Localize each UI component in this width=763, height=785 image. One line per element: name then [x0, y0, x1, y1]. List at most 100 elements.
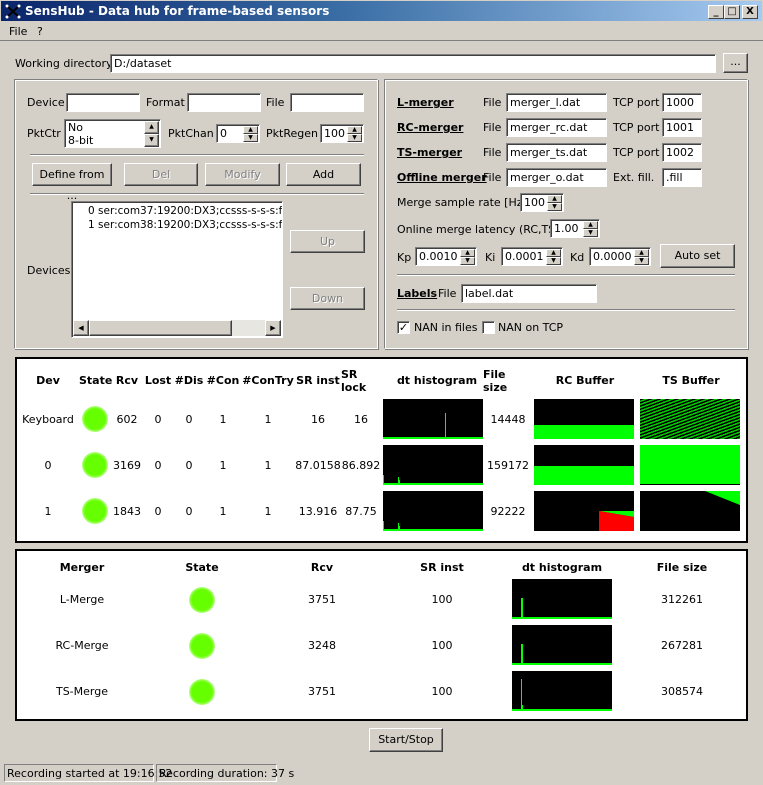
col-header--dis: #Dis: [174, 374, 204, 387]
menu-bar: File ?: [0, 22, 763, 41]
cell-file-size: 267281: [661, 639, 703, 652]
cell-con: 1: [219, 505, 227, 518]
rc-merger-title[interactable]: RC-merger: [397, 121, 463, 134]
cell-contry: 1: [264, 505, 272, 518]
ts-buffer-plot: [640, 491, 740, 531]
latency-spin-arrows[interactable]: ▲ ▼: [583, 221, 598, 237]
device-list-item[interactable]: 1 ser:com38:19200:DX3;ccsss-s-s-s:file2: [88, 219, 282, 231]
device-input[interactable]: [66, 93, 140, 112]
merger-col-header-sr-inst: SR inst: [420, 561, 464, 574]
dt-histogram: [512, 671, 612, 711]
cell-sr-inst: 16: [311, 413, 325, 426]
kd-spinbox[interactable]: 0.0000 ▲ ▼: [589, 247, 651, 266]
nan-on-tcp-checkbox[interactable]: [482, 321, 495, 334]
col-header-rc-buffer: RC Buffer: [555, 374, 615, 387]
labels-file-input[interactable]: label.dat: [461, 284, 597, 303]
labels-file-label: File: [438, 287, 457, 300]
ts-buffer-fill: [705, 491, 740, 505]
scroll-down-icon[interactable]: ▼: [144, 134, 159, 147]
pktchan-value: 0: [220, 127, 227, 140]
histogram-bar: [522, 598, 523, 617]
sample-rate-spinbox[interactable]: 100 ▲ ▼: [520, 193, 564, 212]
devices-list[interactable]: 0 ser:com37:19200:DX3;ccsss-s-s-s:file1 …: [71, 201, 283, 338]
scroll-right-icon[interactable]: ▶: [265, 320, 281, 336]
l-merger-title[interactable]: L-merger: [397, 96, 454, 109]
ts-merger-param-input[interactable]: 1002: [662, 143, 702, 162]
scroll-thumb[interactable]: [89, 320, 232, 336]
ts-merger-file-label: File: [483, 146, 502, 159]
divider: [397, 274, 735, 276]
sample-rate-value: 100: [524, 196, 545, 209]
merger-col-header-rcv: Rcv: [310, 561, 334, 574]
start-stop-button[interactable]: Start/Stop: [369, 728, 443, 752]
ts-merger-title[interactable]: TS-merger: [397, 146, 462, 159]
col-header-dev: Dev: [36, 374, 60, 387]
define-from-button[interactable]: Define from ...: [32, 163, 112, 202]
pktctr-option-8bit[interactable]: 8-bit: [67, 134, 145, 147]
col-header-lost: Lost: [144, 374, 172, 387]
pktchan-label: PktChan: [168, 127, 214, 140]
nan-in-files-checkbox[interactable]: ✓: [397, 321, 410, 334]
offline-merger-title[interactable]: Offline merger: [397, 171, 487, 184]
labels-title[interactable]: Labels: [397, 287, 437, 300]
pktregen-spin-arrows[interactable]: ▲ ▼: [347, 126, 362, 142]
devices-hscrollbar[interactable]: ◀ ▶: [73, 320, 281, 336]
cell-rcv: 602: [116, 413, 138, 426]
pktctr-listbox[interactable]: No 8-bit ▲ ▼: [64, 119, 161, 148]
cell-sr-inst: 87.0158: [295, 459, 341, 472]
cell-dev: Keyboard: [22, 413, 74, 426]
cell-sr-lock: 87.75: [345, 505, 377, 518]
offline-merger-param-input[interactable]: .fill: [662, 168, 702, 187]
rc-buffer-fill: [599, 511, 634, 531]
device-row: 0 3169 0 0 1 1 87.0158 86.892 159172: [17, 445, 746, 485]
scroll-up-icon[interactable]: ▲: [144, 121, 159, 134]
cell-dis: 0: [185, 413, 193, 426]
col-header-rcv: Rcv: [115, 374, 139, 387]
l-merger-file-input[interactable]: merger_l.dat: [506, 93, 607, 112]
rc-merger-param-input[interactable]: 1001: [662, 118, 702, 137]
pktchan-spin-arrows[interactable]: ▲ ▼: [243, 126, 258, 142]
kd-value: 0.0000: [593, 250, 632, 263]
browse-button[interactable]: ...: [723, 53, 748, 73]
modify-button[interactable]: Modify: [205, 163, 280, 186]
add-button[interactable]: Add: [286, 163, 361, 186]
pktregen-spinbox[interactable]: 100 ▲ ▼: [320, 124, 364, 143]
up-button[interactable]: Up: [290, 230, 365, 253]
scroll-left-icon[interactable]: ◀: [73, 320, 89, 336]
kd-spin-arrows[interactable]: ▲ ▼: [634, 249, 649, 265]
format-input[interactable]: [187, 93, 261, 112]
file-input[interactable]: [290, 93, 364, 112]
histogram-bar: [399, 526, 400, 529]
l-merger-param-input[interactable]: 1000: [662, 93, 702, 112]
rc-merger-file-input[interactable]: merger_rc.dat: [506, 118, 607, 137]
device-list-item[interactable]: 0 ser:com37:19200:DX3;ccsss-s-s-s:file1: [88, 205, 282, 217]
ki-spinbox[interactable]: 0.0001 ▲ ▼: [501, 247, 563, 266]
auto-set-button[interactable]: Auto set: [660, 244, 735, 268]
merger-row: L-Merge 3751 100 312261: [17, 579, 746, 619]
kp-spin-arrows[interactable]: ▲ ▼: [460, 249, 475, 265]
merger-col-header-dt-histogram: dt histogram: [521, 561, 603, 574]
kp-spinbox[interactable]: 0.0010 ▲ ▼: [415, 247, 477, 266]
dt-histogram: [512, 625, 612, 665]
sample-rate-spin-arrows[interactable]: ▲ ▼: [547, 195, 562, 211]
ki-spin-arrows[interactable]: ▲ ▼: [546, 249, 561, 265]
pktctr-scroll[interactable]: ▲ ▼: [144, 121, 159, 147]
del-button[interactable]: Del: [124, 163, 198, 186]
offline-merger-file-input[interactable]: merger_o.dat: [506, 168, 607, 187]
latency-spinbox[interactable]: 1.00 ▲ ▼: [550, 219, 600, 238]
divider: [30, 154, 364, 156]
workdir-input[interactable]: D:/dataset: [110, 54, 716, 73]
cell-file-size: 312261: [661, 593, 703, 606]
pktctr-option-no[interactable]: No: [68, 121, 83, 134]
menu-help[interactable]: ?: [37, 25, 43, 38]
minimize-button[interactable]: _: [708, 5, 724, 19]
histogram-bar: [383, 475, 384, 483]
pktchan-spinbox[interactable]: 0 ▲ ▼: [216, 124, 260, 143]
down-button[interactable]: Down: [290, 287, 365, 310]
ts-merger-file-input[interactable]: merger_ts.dat: [506, 143, 607, 162]
maximize-button[interactable]: □: [724, 5, 740, 19]
menu-file[interactable]: File: [9, 25, 27, 38]
close-button[interactable]: X: [742, 5, 758, 19]
kp-value: 0.0010: [419, 250, 458, 263]
cell-dev: 0: [44, 459, 52, 472]
